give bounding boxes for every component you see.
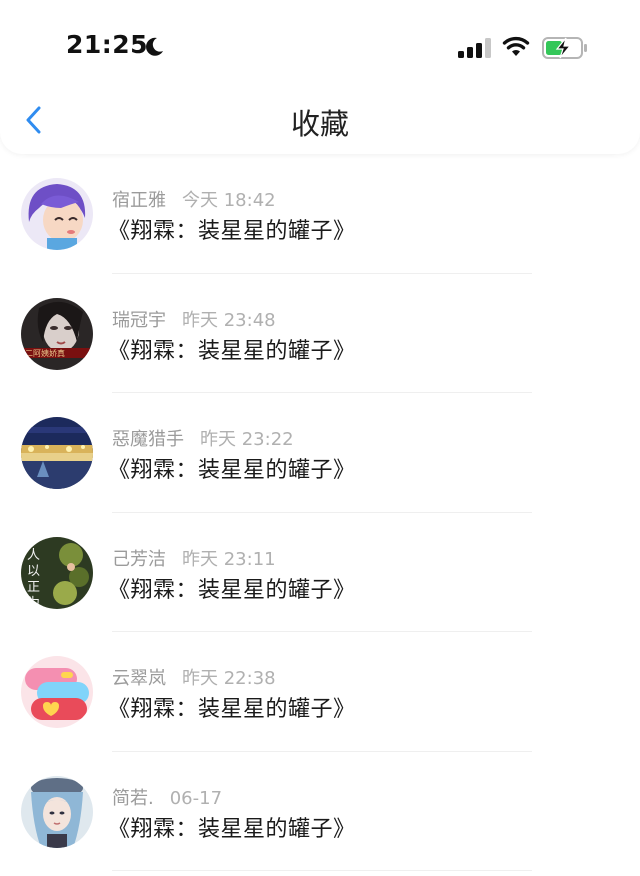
author-name: 己芳洁 <box>112 548 166 570</box>
list-item[interactable]: 惡魔猎手 昨天 23:22 《翔霖：装星星的罐子》 <box>0 393 640 513</box>
item-title: 《翔霖：装星星的罐子》 <box>108 577 356 603</box>
author-name: 惡魔猎手 <box>112 429 184 450</box>
author-name: 宿正雅 <box>112 190 166 211</box>
item-title: 《翔霖：装星星的罐子》 <box>108 697 356 722</box>
item-title: 《翔霖：装星星的罐子》 <box>108 338 356 364</box>
timestamp: 昨天 22:38 <box>182 668 276 689</box>
list-item[interactable]: 简若. 06-17 《翔霖：装星星的罐子》 <box>0 752 640 871</box>
avatar[interactable] <box>21 417 93 489</box>
moon-icon <box>146 37 163 56</box>
timestamp: 昨天 23:11 <box>182 548 276 570</box>
item-title: 《翔霖：装星星的罐子》 <box>108 219 356 244</box>
timestamp: 06-17 <box>169 787 223 809</box>
svg-text:二阿姨娇真: 二阿姨娇真 <box>25 348 65 358</box>
wifi-icon <box>502 36 530 56</box>
author-name: 简若. <box>112 787 154 809</box>
svg-text:人: 人 <box>27 548 40 563</box>
item-meta: 惡魔猎手 昨天 23:22 <box>112 425 294 451</box>
author-name: 云翠岚 <box>112 668 166 689</box>
item-meta: 己芳洁 昨天 23:11 <box>112 545 276 571</box>
header: 21:25 收藏 <box>0 0 640 154</box>
svg-text:为: 为 <box>27 596 40 609</box>
avatar[interactable]: 人 以 正 为 <box>21 536 93 609</box>
divider <box>112 870 532 871</box>
list-item[interactable]: 云翠岚 昨天 22:38 《翔霖：装星星的罐子》 <box>0 632 640 752</box>
item-title: 《翔霖：装星星的罐子》 <box>108 458 356 483</box>
avatar[interactable] <box>21 656 93 728</box>
avatar[interactable] <box>21 178 93 250</box>
list-item[interactable]: 宿正雅 今天 18:42 《翔霖：装星星的罐子》 <box>0 154 640 274</box>
author-name: 瑞冠宇 <box>112 309 166 331</box>
timestamp: 今天 18:42 <box>182 190 276 211</box>
list-item[interactable]: 二阿姨娇真 瑞冠宇 昨天 23:48 《翔霖：装星星的罐子》 <box>0 274 640 393</box>
signal-icon <box>458 38 491 58</box>
page-title: 收藏 <box>290 107 349 141</box>
item-title: 《翔霖：装星星的罐子》 <box>108 816 356 842</box>
svg-text:正: 正 <box>27 580 40 595</box>
timestamp: 昨天 23:48 <box>182 309 276 331</box>
timestamp: 昨天 23:22 <box>200 429 294 450</box>
list-item[interactable]: 人 以 正 为 己芳洁 昨天 23:11 《翔霖：装星星的罐子》 <box>0 513 640 632</box>
item-meta: 宿正雅 今天 18:42 <box>112 186 276 212</box>
item-meta: 瑞冠宇 昨天 23:48 <box>112 306 276 332</box>
battery-icon <box>542 37 587 59</box>
svg-text:以: 以 <box>27 564 40 579</box>
status-bar: 21:25 <box>0 0 640 96</box>
avatar[interactable] <box>21 775 93 848</box>
item-meta: 云翠岚 昨天 22:38 <box>112 664 276 690</box>
status-time: 21:25 <box>66 30 149 59</box>
item-meta: 简若. 06-17 <box>112 784 222 810</box>
avatar[interactable]: 二阿姨娇真 <box>21 297 93 370</box>
favorites-list: 宿正雅 今天 18:42 《翔霖：装星星的罐子》 二阿姨娇真 瑞冠宇 昨天 23:4… <box>0 154 640 871</box>
nav-bar: 收藏 <box>0 96 640 146</box>
